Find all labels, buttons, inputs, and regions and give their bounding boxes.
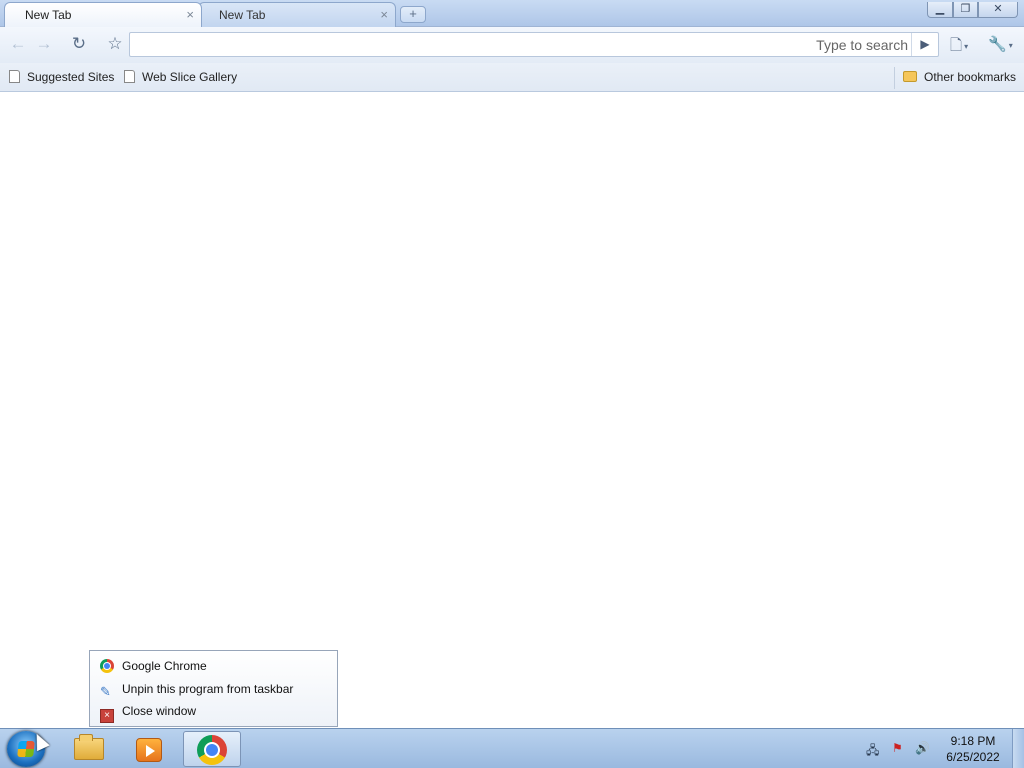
bookmark-suggested-sites[interactable]: Suggested Sites: [9, 70, 114, 84]
page-icon: [124, 70, 135, 83]
jumplist-item-google-chrome[interactable]: Google Chrome: [100, 656, 207, 676]
omnibox-input[interactable]: [136, 36, 796, 54]
action-center-flag-icon[interactable]: ⚑: [892, 741, 903, 755]
bookmark-star-icon[interactable]: ☆: [103, 33, 127, 57]
jumplist-item-label: Close window: [122, 704, 197, 718]
tab-new-tab-2[interactable]: New Tab ×: [198, 2, 396, 27]
maximize-button[interactable]: ❐: [953, 2, 978, 18]
network-icon[interactable]: 🖧: [866, 741, 879, 762]
system-clock[interactable]: 9:18 PM 6/25/2022: [938, 733, 1008, 765]
minimize-button[interactable]: ▁: [927, 2, 953, 18]
show-desktop-button[interactable]: [1012, 729, 1024, 768]
tab-strip: New Tab × New Tab × + ▁ ❐ ✕: [0, 0, 1024, 27]
back-arrow-icon[interactable]: ←: [6, 33, 30, 57]
browser-toolbar: ← → ↻ ☆ Type to search ▶ 🗋 ▾ 🔧 ▾: [0, 27, 1024, 63]
windows-logo-icon: [17, 741, 35, 757]
new-tab-button[interactable]: +: [400, 6, 426, 23]
wrench-icon: 🔧: [988, 36, 1007, 53]
chrome-icon: [197, 735, 227, 765]
chevron-down-icon: ▾: [1008, 40, 1013, 50]
tab-label: New Tab: [219, 8, 266, 22]
bookmark-label: Other bookmarks: [924, 70, 1017, 84]
page-content: [0, 92, 1024, 728]
go-icon[interactable]: ▶: [911, 33, 938, 56]
unpin-icon: ✎: [100, 684, 111, 699]
bookmarks-bar: Suggested Sites Web Slice Gallery Other …: [0, 63, 1024, 92]
tools-menu-button[interactable]: 🔧 ▾: [988, 35, 1013, 55]
omnibox[interactable]: Type to search ▶: [129, 32, 939, 57]
bookmarks-divider: [894, 67, 895, 89]
taskbar-explorer-button[interactable]: [60, 731, 118, 767]
jumplist-item-close-window[interactable]: × Close window: [100, 701, 197, 723]
tab-close-icon[interactable]: ×: [380, 3, 388, 27]
taskbar: 🖧 ⚑ 🔊 9:18 PM 6/25/2022: [0, 728, 1024, 768]
taskbar-chrome-button[interactable]: [183, 731, 241, 767]
tab-new-tab-1[interactable]: New Tab ×: [4, 2, 202, 27]
search-hint-text: Type to search: [816, 37, 908, 53]
jumplist-item-unpin[interactable]: ✎ Unpin this program from taskbar: [100, 679, 293, 699]
page-menu-button[interactable]: 🗋 ▾: [950, 35, 968, 55]
jumplist-item-label: Unpin this program from taskbar: [122, 682, 294, 696]
reload-icon[interactable]: ↻: [67, 33, 91, 57]
tab-close-icon[interactable]: ×: [186, 3, 194, 27]
taskbar-jump-list: Google Chrome ✎ Unpin this program from t…: [89, 650, 338, 727]
volume-icon[interactable]: 🔊: [915, 741, 930, 755]
jumplist-item-label: Google Chrome: [122, 659, 207, 673]
folder-icon: [903, 71, 917, 82]
folder-icon: [74, 734, 104, 760]
clock-time: 9:18 PM: [950, 734, 996, 748]
media-player-icon: [136, 738, 162, 762]
page-icon: [9, 70, 20, 83]
bookmark-label: Web Slice Gallery: [142, 70, 238, 84]
page-icon: 🗋: [950, 37, 963, 54]
taskbar-media-player-button[interactable]: [120, 731, 178, 767]
chrome-icon: [100, 659, 114, 673]
other-bookmarks-button[interactable]: Other bookmarks: [903, 70, 1016, 84]
close-button[interactable]: ✕: [978, 2, 1018, 18]
close-window-icon: ×: [100, 709, 114, 723]
clock-date: 6/25/2022: [946, 750, 1000, 764]
bookmark-web-slice-gallery[interactable]: Web Slice Gallery: [124, 70, 237, 84]
chevron-down-icon: ▾: [964, 41, 969, 51]
bookmark-label: Suggested Sites: [27, 70, 115, 84]
forward-arrow-icon[interactable]: →: [32, 33, 56, 57]
tab-label: New Tab: [25, 8, 72, 22]
